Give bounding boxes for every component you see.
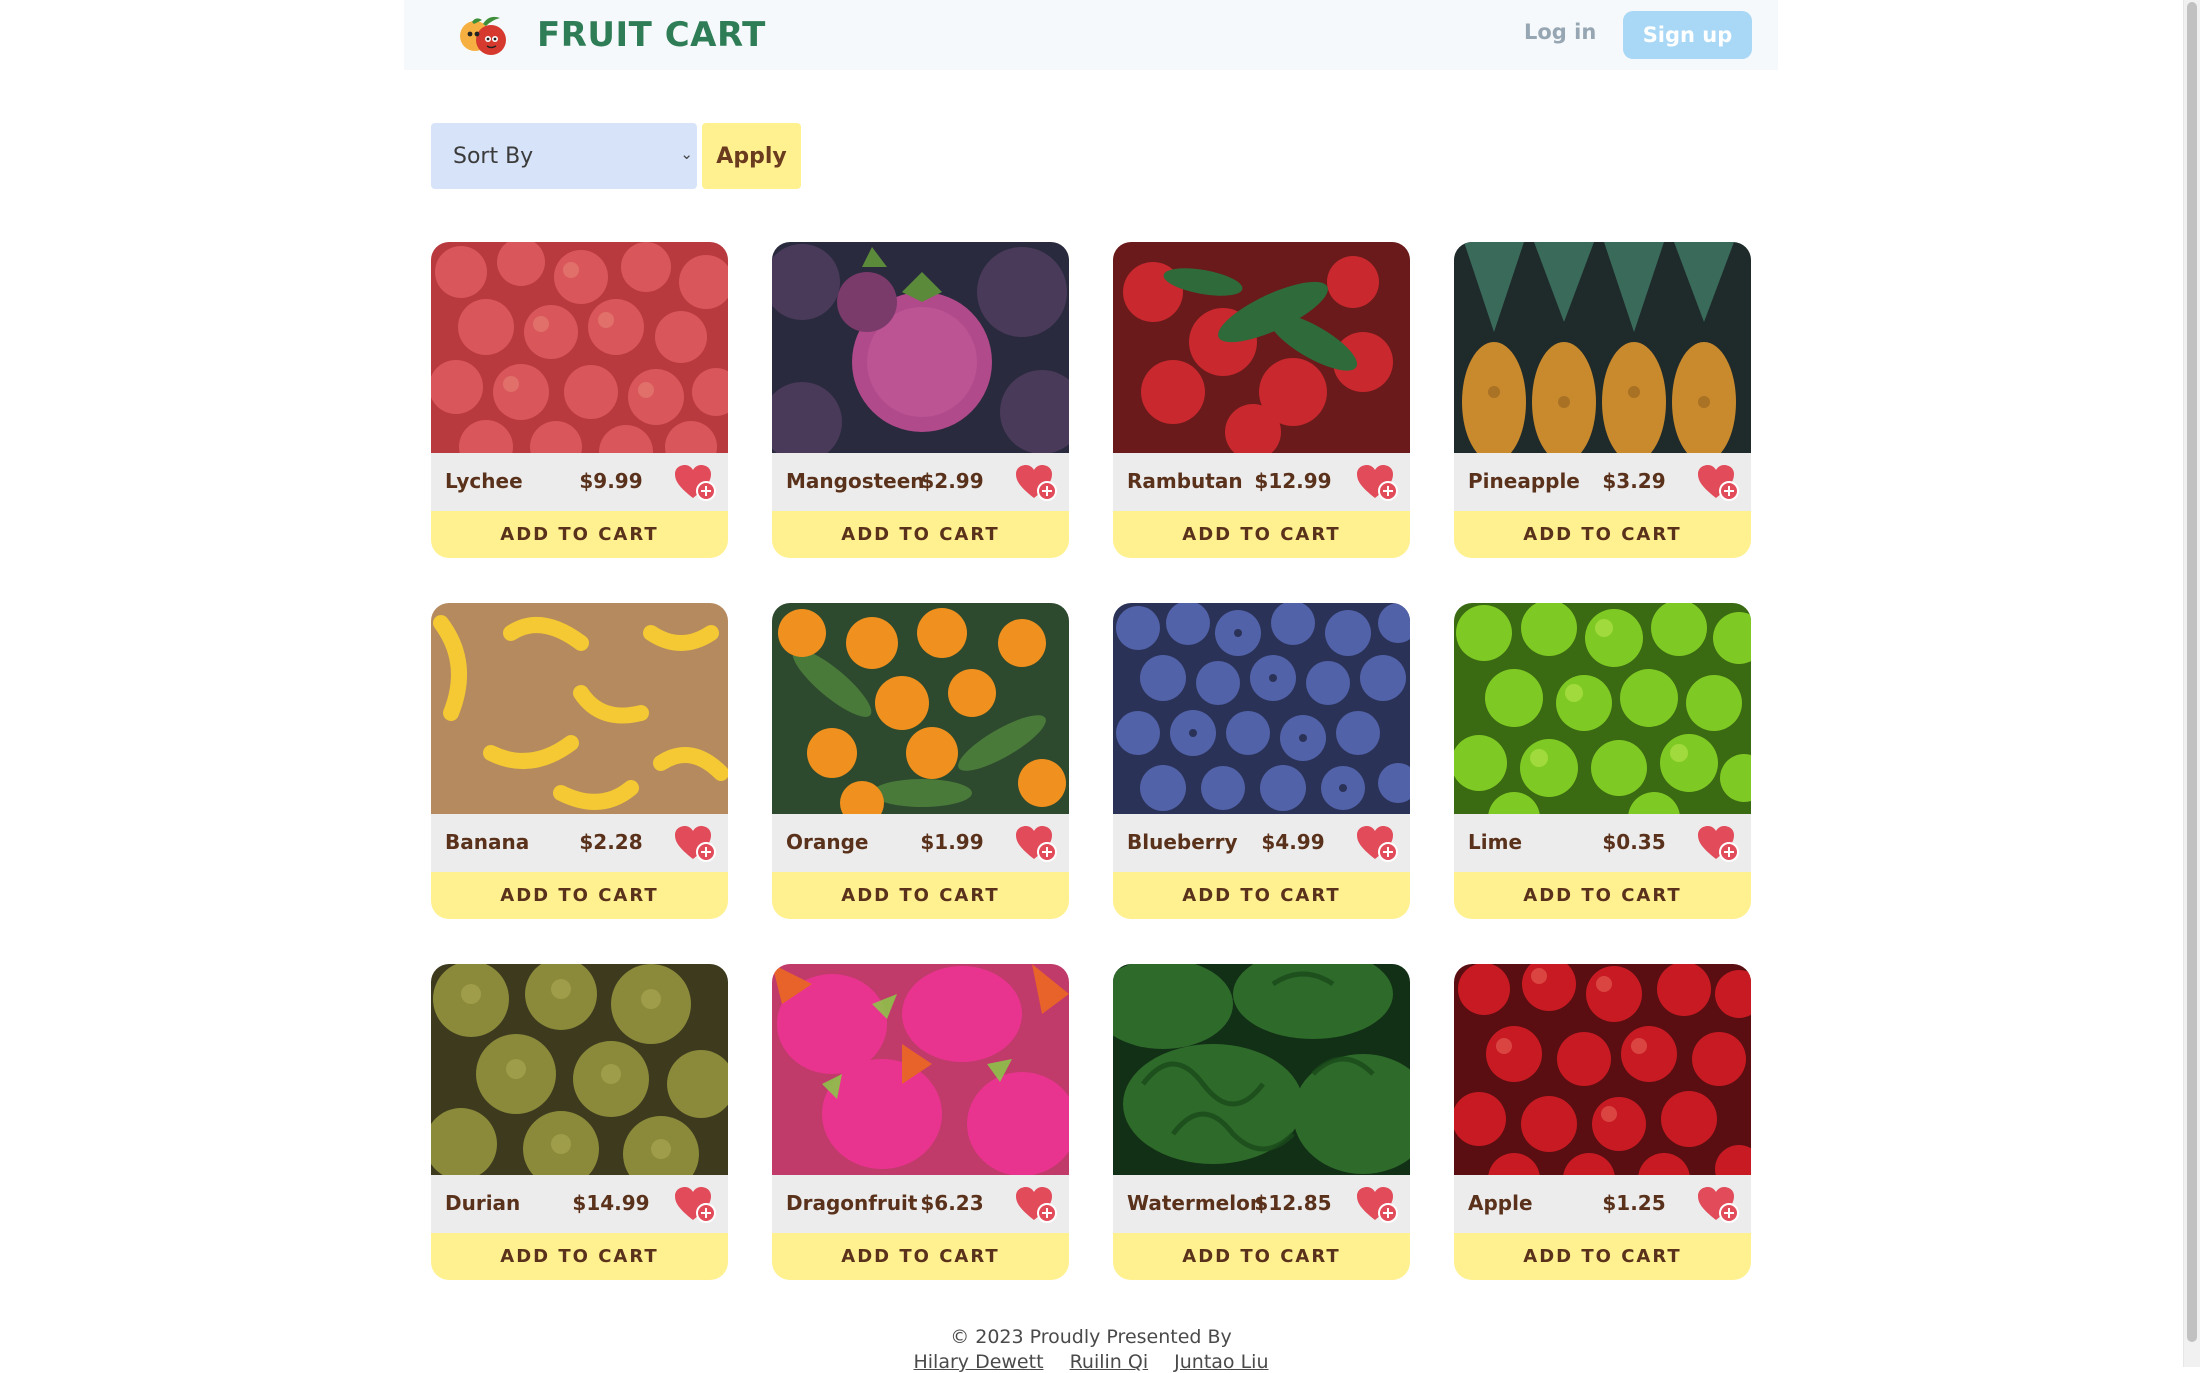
add-to-cart-button[interactable]: ADD TO CART: [431, 511, 728, 558]
product-card: Lime $0.35 ADD TO CART: [1454, 603, 1751, 919]
add-to-wishlist-icon[interactable]: [1357, 1187, 1399, 1223]
add-to-wishlist-icon[interactable]: [1698, 826, 1740, 862]
footer-copyright: © 2023 Proudly Presented By: [950, 1326, 1232, 1348]
add-to-cart-button[interactable]: ADD TO CART: [1113, 511, 1410, 558]
add-to-cart-button[interactable]: ADD TO CART: [772, 872, 1069, 919]
header-bar: FRUIT CART Log in Sign up: [404, 0, 1778, 70]
product-card: Orange $1.99 ADD TO CART: [772, 603, 1069, 919]
fruit-logo-icon[interactable]: [456, 12, 512, 58]
add-to-cart-button[interactable]: ADD TO CART: [1454, 1233, 1751, 1280]
product-info-bar: Banana $2.28: [431, 814, 728, 872]
product-name: Lychee: [445, 469, 523, 493]
add-to-wishlist-icon[interactable]: [1698, 465, 1740, 501]
durian-image: [431, 964, 728, 1175]
lime-image: [1454, 603, 1751, 814]
add-to-cart-button[interactable]: ADD TO CART: [431, 1233, 728, 1280]
orange-image: [772, 603, 1069, 814]
product-name: Banana: [445, 830, 530, 854]
product-card: Apple $1.25 ADD TO CART: [1454, 964, 1751, 1280]
product-info-bar: Lime $0.35: [1454, 814, 1751, 872]
product-card: Watermelon $12.85 ADD TO CART: [1113, 964, 1410, 1280]
product-price: $14.99: [572, 1191, 650, 1215]
sort-select[interactable]: Sort By ⌄: [431, 123, 697, 189]
product-card: Pineapple $3.29 ADD TO CART: [1454, 242, 1751, 558]
rambutan-image: [1113, 242, 1410, 453]
add-to-wishlist-icon[interactable]: [1016, 1187, 1058, 1223]
brand-title[interactable]: FRUIT CART: [537, 15, 766, 55]
product-card: Blueberry $4.99 ADD TO CART: [1113, 603, 1410, 919]
login-link[interactable]: Log in: [1524, 20, 1596, 44]
dragonfruit-image: [772, 964, 1069, 1175]
product-name: Lime: [1468, 830, 1523, 854]
lychee-image: [431, 242, 728, 453]
product-price: $4.99: [1261, 830, 1325, 854]
product-info-bar: Dragonfruit $6.23: [772, 1175, 1069, 1233]
apply-button[interactable]: Apply: [702, 123, 801, 189]
product-price: $2.28: [579, 830, 643, 854]
watermelon-image: [1113, 964, 1410, 1175]
product-price: $12.85: [1254, 1191, 1332, 1215]
product-name: Durian: [445, 1191, 521, 1215]
product-info-bar: Rambutan $12.99: [1113, 453, 1410, 511]
product-name: Blueberry: [1127, 830, 1238, 854]
signup-button[interactable]: Sign up: [1623, 11, 1752, 59]
author-link[interactable]: Juntao Liu: [1174, 1351, 1268, 1373]
product-price: $12.99: [1254, 469, 1332, 493]
product-price: $2.99: [920, 469, 984, 493]
add-to-cart-button[interactable]: ADD TO CART: [1454, 872, 1751, 919]
add-to-wishlist-icon[interactable]: [1357, 465, 1399, 501]
product-price: $1.99: [920, 830, 984, 854]
author-link[interactable]: Ruilin Qi: [1070, 1351, 1149, 1373]
product-price: $0.35: [1602, 830, 1666, 854]
product-price: $6.23: [920, 1191, 984, 1215]
blueberry-image: [1113, 603, 1410, 814]
add-to-cart-button[interactable]: ADD TO CART: [431, 872, 728, 919]
add-to-wishlist-icon[interactable]: [1357, 826, 1399, 862]
add-to-cart-button[interactable]: ADD TO CART: [772, 511, 1069, 558]
product-info-bar: Orange $1.99: [772, 814, 1069, 872]
pineapple-image: [1454, 242, 1751, 453]
product-info-bar: Blueberry $4.99: [1113, 814, 1410, 872]
product-info-bar: Apple $1.25: [1454, 1175, 1751, 1233]
add-to-wishlist-icon[interactable]: [675, 1187, 717, 1223]
product-price: $9.99: [579, 469, 643, 493]
product-card: Rambutan $12.99 ADD TO CART: [1113, 242, 1410, 558]
mangosteen-image: [772, 242, 1069, 453]
add-to-cart-button[interactable]: ADD TO CART: [1113, 1233, 1410, 1280]
add-to-wishlist-icon[interactable]: [1016, 826, 1058, 862]
add-to-wishlist-icon[interactable]: [1016, 465, 1058, 501]
sort-select-value: Sort By: [453, 143, 534, 169]
apple-image: [1454, 964, 1751, 1175]
add-to-wishlist-icon[interactable]: [675, 826, 717, 862]
add-to-cart-button[interactable]: ADD TO CART: [1113, 872, 1410, 919]
footer-authors: Hilary Dewett Ruilin Qi Juntao Liu: [404, 1351, 1778, 1373]
product-info-bar: Durian $14.99: [431, 1175, 728, 1233]
product-price: $1.25: [1602, 1191, 1666, 1215]
product-info-bar: Lychee $9.99: [431, 453, 728, 511]
product-name: Pineapple: [1468, 469, 1580, 493]
author-link[interactable]: Hilary Dewett: [913, 1351, 1043, 1373]
product-card: Lychee $9.99 ADD TO CART: [431, 242, 728, 558]
scrollbar-thumb[interactable]: [2187, 2, 2197, 1342]
add-to-wishlist-icon[interactable]: [1698, 1187, 1740, 1223]
add-to-wishlist-icon[interactable]: [675, 465, 717, 501]
product-info-bar: Pineapple $3.29: [1454, 453, 1751, 511]
product-name: Apple: [1468, 1191, 1533, 1215]
product-info-bar: Watermelon $12.85: [1113, 1175, 1410, 1233]
page: FRUIT CART Log in Sign up Sort By ⌄ Appl…: [404, 0, 1778, 1373]
product-card: Mangosteen $2.99 ADD TO CART: [772, 242, 1069, 558]
product-name: Orange: [786, 830, 869, 854]
add-to-cart-button[interactable]: ADD TO CART: [772, 1233, 1069, 1280]
product-info-bar: Mangosteen $2.99: [772, 453, 1069, 511]
product-card: Banana $2.28 ADD TO CART: [431, 603, 728, 919]
product-price: $3.29: [1602, 469, 1666, 493]
product-card: Durian $14.99 ADD TO CART: [431, 964, 728, 1280]
product-card: Dragonfruit $6.23 ADD TO CART: [772, 964, 1069, 1280]
banana-image: [431, 603, 728, 814]
product-name: Dragonfruit: [786, 1191, 918, 1215]
product-name: Rambutan: [1127, 469, 1243, 493]
add-to-cart-button[interactable]: ADD TO CART: [1454, 511, 1751, 558]
page-scrollbar[interactable]: [2183, 0, 2200, 1367]
chevron-down-icon: ⌄: [680, 145, 693, 163]
